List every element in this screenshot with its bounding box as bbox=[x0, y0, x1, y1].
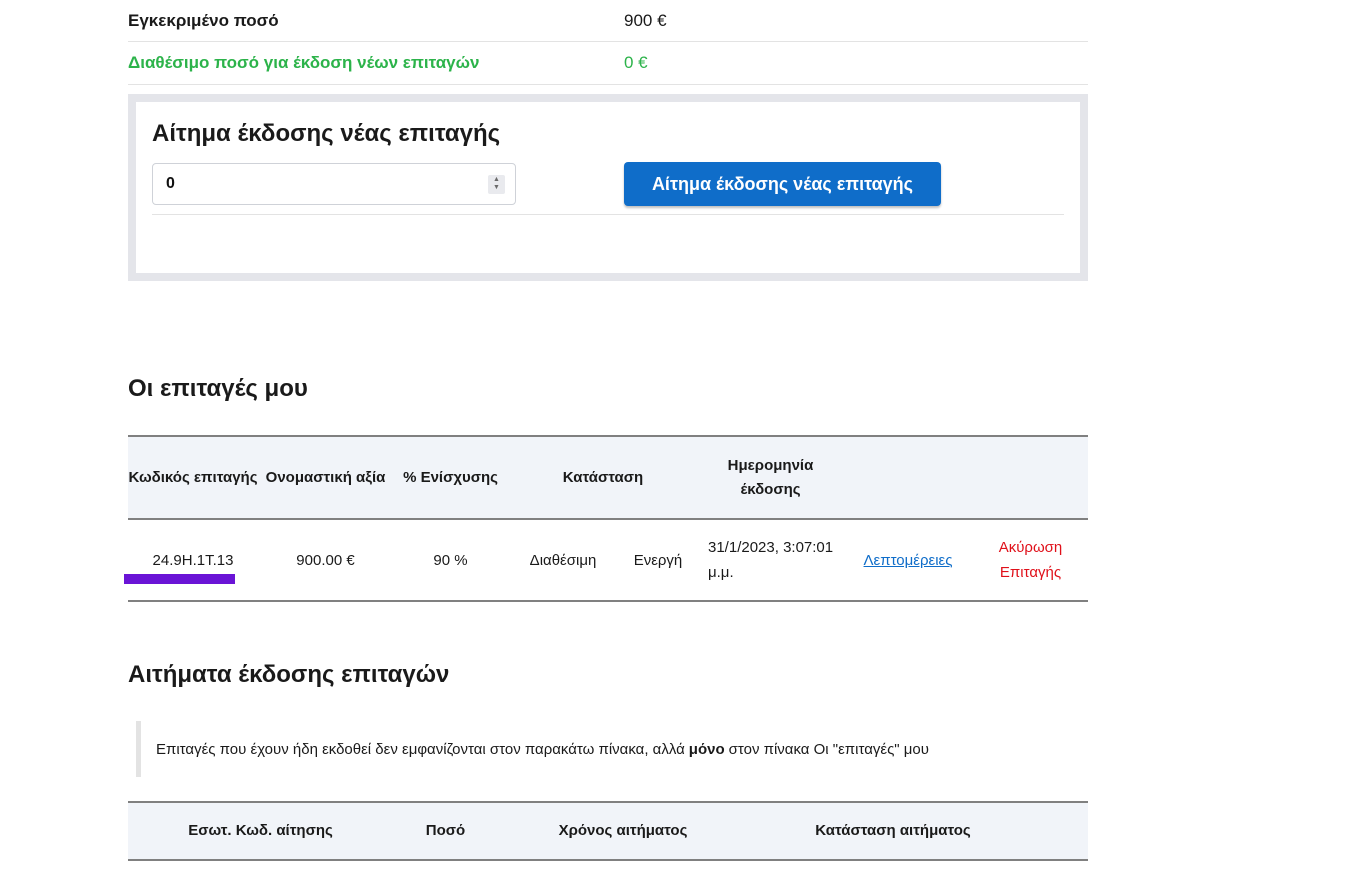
cancel-cell: Ακύρωση Επιταγής bbox=[973, 519, 1088, 601]
chevron-up-icon[interactable]: ▲ bbox=[493, 176, 500, 184]
request-new-check-button[interactable]: Αίτημα έκδοσης νέας επιταγής bbox=[624, 162, 941, 206]
available-amount-row: Διαθέσιμο ποσό για έκδοση νέων επιταγών … bbox=[128, 42, 1088, 85]
col-header-code: Κωδικός επιταγής bbox=[128, 468, 258, 486]
requests-header-row: Εσωτ. Κωδ. αίτησης Ποσό Χρόνος αιτήματος… bbox=[128, 802, 1088, 860]
note-text-before: Επιταγές που έχουν ήδη εκδοθεί δεν εμφαν… bbox=[156, 740, 685, 758]
check-state: Ενεργή bbox=[633, 551, 683, 569]
amount-input-value: 0 bbox=[166, 175, 175, 192]
note-text-bold: μόνο bbox=[688, 740, 725, 758]
check-availability: Διαθέσιμη bbox=[529, 551, 597, 569]
col-header-date: Ημερομηνία έκδοσης bbox=[727, 456, 814, 498]
approved-amount-label: Εγκεκριμένο ποσό bbox=[128, 10, 279, 30]
requests-info-note: Επιταγές που έχουν ήδη εκδοθεί δεν εμφαν… bbox=[136, 721, 1086, 777]
col-header-time: Χρόνος αιτήματος bbox=[558, 822, 688, 839]
check-code: 24.9H.1T.13 bbox=[152, 551, 234, 569]
col-header-cancel bbox=[973, 436, 1088, 519]
details-cell: Λεπτομέρειες bbox=[843, 519, 973, 601]
check-code-cell: 24.9H.1T.13 bbox=[124, 519, 258, 601]
col-header-nominal: Ονομαστική αξία bbox=[265, 468, 386, 486]
available-amount-label: Διαθέσιμο ποσό για έκδοση νέων επιταγών bbox=[128, 53, 480, 72]
col-header-status: Κατάσταση bbox=[562, 468, 644, 486]
details-link[interactable]: Λεπτομέρειες bbox=[864, 552, 953, 569]
requests-table: Εσωτ. Κωδ. αίτησης Ποσό Χρόνος αιτήματος… bbox=[128, 801, 1088, 861]
check-nominal: 900.00 € bbox=[296, 551, 355, 569]
request-panel-title: Αίτημα έκδοσης νέας επιταγής bbox=[152, 120, 501, 147]
note-text-after: στον πίνακα Οι "επιταγές" μου bbox=[728, 740, 929, 758]
approved-amount-value: 900 € bbox=[624, 10, 667, 30]
col-header-request-status: Κατάσταση αιτήματος bbox=[815, 822, 971, 839]
highlight-underline-mark bbox=[124, 574, 235, 584]
available-amount-value: 0 € bbox=[624, 53, 648, 72]
my-checks-header-row: Κωδικός επιταγής Ονομαστική αξία % Ενίσχ… bbox=[128, 436, 1088, 519]
col-header-percent: % Ενίσχυσης bbox=[403, 468, 498, 486]
col-header-empty bbox=[1038, 802, 1088, 860]
check-date: 31/1/2023, 3:07:01 μ.μ. bbox=[708, 539, 834, 581]
number-spinner[interactable]: ▲ ▼ bbox=[488, 174, 505, 194]
col-header-amount: Ποσό bbox=[425, 822, 466, 839]
approved-amount-row: Εγκεκριμένο ποσό 900 € bbox=[128, 0, 1088, 42]
col-header-internal-code: Εσωτ. Κωδ. αίτησης bbox=[188, 822, 333, 839]
main-content: Εγκεκριμένο ποσό 900 € Διαθέσιμο ποσό γι… bbox=[128, 0, 1088, 281]
col-header-details bbox=[843, 436, 973, 519]
my-checks-table: Κωδικός επιταγής Ονομαστική αξία % Ενίσχ… bbox=[124, 435, 1088, 602]
amount-number-input[interactable]: 0 ▲ ▼ bbox=[152, 163, 516, 205]
table-row: 24.9H.1T.13 900.00 € 90 % Διαθέσιμη Ενερ… bbox=[124, 519, 1088, 601]
new-check-request-panel: Αίτημα έκδοσης νέας επιταγής 0 ▲ ▼ Αίτημ… bbox=[128, 94, 1088, 281]
requests-title: Αιτήματα έκδοσης επιταγών bbox=[128, 661, 450, 688]
chevron-down-icon[interactable]: ▼ bbox=[493, 184, 500, 192]
request-form-row: 0 ▲ ▼ Αίτημα έκδοσης νέας επιταγής bbox=[152, 162, 1064, 215]
check-percent: 90 % bbox=[433, 551, 468, 569]
my-checks-title: Οι επιταγές μου bbox=[128, 375, 308, 402]
cancel-check-link[interactable]: Ακύρωση Επιταγής bbox=[999, 539, 1063, 581]
